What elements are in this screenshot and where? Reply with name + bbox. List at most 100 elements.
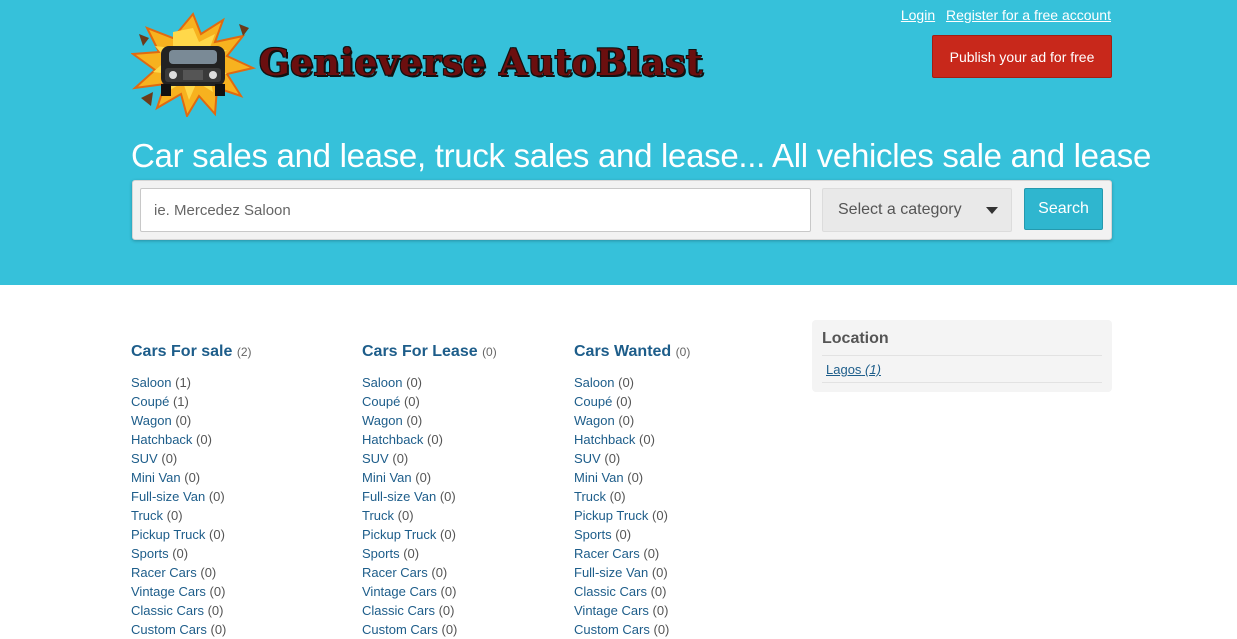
subcategory-count: (0) xyxy=(209,584,226,599)
category-column-cars-for-sale: Cars For sale (2) Saloon (1) Coupé (1) Wag… xyxy=(131,343,252,639)
register-link[interactable]: Register for a free account xyxy=(946,7,1111,23)
subcategory-link[interactable]: Full-size Van xyxy=(362,489,436,504)
subcategory-link[interactable]: Pickup Truck xyxy=(574,508,648,523)
subcategory-count: (0) xyxy=(652,603,669,618)
subcategory-count: (0) xyxy=(441,622,458,637)
subcategory-link[interactable]: Vintage Cars xyxy=(131,584,206,599)
login-link[interactable]: Login xyxy=(901,7,935,23)
subcategory-link[interactable]: Sports xyxy=(362,546,400,561)
search-button[interactable]: Search xyxy=(1024,188,1103,230)
subcategory-link[interactable]: Coupé xyxy=(574,394,612,409)
subcategory-link[interactable]: Classic Cars xyxy=(131,603,204,618)
category-column-cars-wanted: Cars Wanted (0) Saloon (0) Coupé (0) Wagon… xyxy=(574,343,690,639)
subcategory-link[interactable]: Hatchback xyxy=(362,432,423,447)
subcategory-link[interactable]: Classic Cars xyxy=(362,603,435,618)
subcategory-link[interactable]: SUV xyxy=(362,451,389,466)
car-explosion-logo-icon xyxy=(131,12,256,117)
subcategory-count: (0) xyxy=(609,489,626,504)
subcategory-list: Saloon (0) Coupé (0) Wagon (0) Hatchback (0… xyxy=(362,373,497,639)
subcategory-link[interactable]: Mini Van xyxy=(362,470,412,485)
subcategory-count: (0) xyxy=(172,546,189,561)
subcategory-count: (0) xyxy=(209,527,225,542)
site-logo[interactable]: Genieverse AutoBlast xyxy=(131,12,731,117)
list-item: Sports (0) xyxy=(131,544,252,563)
subcategory-link[interactable]: Truck xyxy=(131,508,163,523)
subcategory-link[interactable]: Truck xyxy=(574,489,606,504)
subcategory-count: (0) xyxy=(403,394,420,409)
subcategory-link[interactable]: Coupé xyxy=(131,394,169,409)
subcategory-count: (0) xyxy=(643,546,660,561)
subcategory-count: (0) xyxy=(200,565,217,580)
category-heading[interactable]: Cars Wanted (0) xyxy=(574,343,690,361)
subcategory-link[interactable]: Classic Cars xyxy=(574,584,647,599)
subcategory-link[interactable]: Truck xyxy=(362,508,394,523)
subcategory-link[interactable]: Racer Cars xyxy=(131,565,197,580)
subcategory-link[interactable]: Custom Cars xyxy=(574,622,650,637)
subcategory-count: (0) xyxy=(615,527,632,542)
divider xyxy=(822,355,1102,356)
list-item: Pickup Truck (0) xyxy=(362,525,497,544)
subcategory-link[interactable]: SUV xyxy=(574,451,601,466)
site-tagline: Car sales and lease, truck sales and lea… xyxy=(131,137,1152,175)
list-item: Truck (0) xyxy=(131,506,252,525)
subcategory-link[interactable]: Wagon xyxy=(574,413,615,428)
subcategory-link[interactable]: Vintage Cars xyxy=(574,603,649,618)
subcategory-count: (0) xyxy=(427,432,443,447)
subcategory-link[interactable]: Sports xyxy=(131,546,169,561)
list-item: Racer Cars (0) xyxy=(362,563,497,582)
subcategory-link[interactable]: Mini Van xyxy=(574,470,624,485)
list-item: Vintage Cars (0) xyxy=(362,582,497,601)
subcategory-link[interactable]: Sports xyxy=(574,527,612,542)
subcategory-link[interactable]: Coupé xyxy=(362,394,400,409)
subcategory-count: (0) xyxy=(166,508,183,523)
subcategory-link[interactable]: Full-size Van xyxy=(131,489,205,504)
list-item: Hatchback (0) xyxy=(362,430,497,449)
publish-ad-button[interactable]: Publish your ad for free xyxy=(932,35,1112,78)
subcategory-count: (1) xyxy=(175,375,191,390)
subcategory-link[interactable]: Wagon xyxy=(131,413,172,428)
list-item: Coupé (1) xyxy=(131,392,252,411)
list-item: Sports (0) xyxy=(362,544,497,563)
subcategory-link[interactable]: Full-size Van xyxy=(574,565,648,580)
subcategory-link[interactable]: Racer Cars xyxy=(574,546,640,561)
subcategory-link[interactable]: Custom Cars xyxy=(362,622,438,637)
subcategory-count: (0) xyxy=(440,527,456,542)
subcategory-link[interactable]: Pickup Truck xyxy=(362,527,436,542)
category-heading[interactable]: Cars For sale (2) xyxy=(131,343,252,361)
list-item: Mini Van (0) xyxy=(131,468,252,487)
category-select[interactable]: Select a category xyxy=(822,188,1012,232)
list-item: Custom Cars (0) xyxy=(362,620,497,639)
site-header: Genieverse AutoBlast Login Register for … xyxy=(0,0,1237,285)
subcategory-list: Saloon (1) Coupé (1) Wagon (0) Hatchback (0… xyxy=(131,373,252,639)
subcategory-count: (0) xyxy=(438,603,455,618)
subcategory-link[interactable]: Pickup Truck xyxy=(131,527,205,542)
subcategory-count: (0) xyxy=(615,394,632,409)
list-item: SUV (0) xyxy=(131,449,252,468)
subcategory-link[interactable]: Hatchback xyxy=(574,432,635,447)
list-item: Pickup Truck (0) xyxy=(131,525,252,544)
subcategory-link[interactable]: Wagon xyxy=(362,413,403,428)
subcategory-link[interactable]: Saloon xyxy=(574,375,614,390)
list-item: Vintage Cars (0) xyxy=(131,582,252,601)
subcategory-link[interactable]: Saloon xyxy=(131,375,171,390)
subcategory-link[interactable]: Mini Van xyxy=(131,470,181,485)
list-item: Vintage Cars (0) xyxy=(574,601,690,620)
subcategory-link[interactable]: SUV xyxy=(131,451,158,466)
list-item: Truck (0) xyxy=(362,506,497,525)
subcategory-link[interactable]: Saloon xyxy=(362,375,402,390)
subcategory-count: (1) xyxy=(172,394,189,409)
divider xyxy=(822,382,1102,383)
subcategory-count: (0) xyxy=(440,584,457,599)
location-link-lagos[interactable]: Lagos (1) xyxy=(826,362,881,377)
search-input[interactable] xyxy=(140,188,811,232)
list-item: Saloon (1) xyxy=(131,373,252,392)
category-heading[interactable]: Cars For Lease (0) xyxy=(362,343,497,361)
subcategory-list: Saloon (0) Coupé (0) Wagon (0) Hatchback (0… xyxy=(574,373,690,639)
subcategory-link[interactable]: Racer Cars xyxy=(362,565,428,580)
subcategory-link[interactable]: Vintage Cars xyxy=(362,584,437,599)
subcategory-count: (0) xyxy=(403,546,420,561)
subcategory-link[interactable]: Custom Cars xyxy=(131,622,207,637)
subcategory-count: (0) xyxy=(208,489,225,504)
subcategory-link[interactable]: Hatchback xyxy=(131,432,192,447)
subcategory-count: (0) xyxy=(618,375,634,390)
